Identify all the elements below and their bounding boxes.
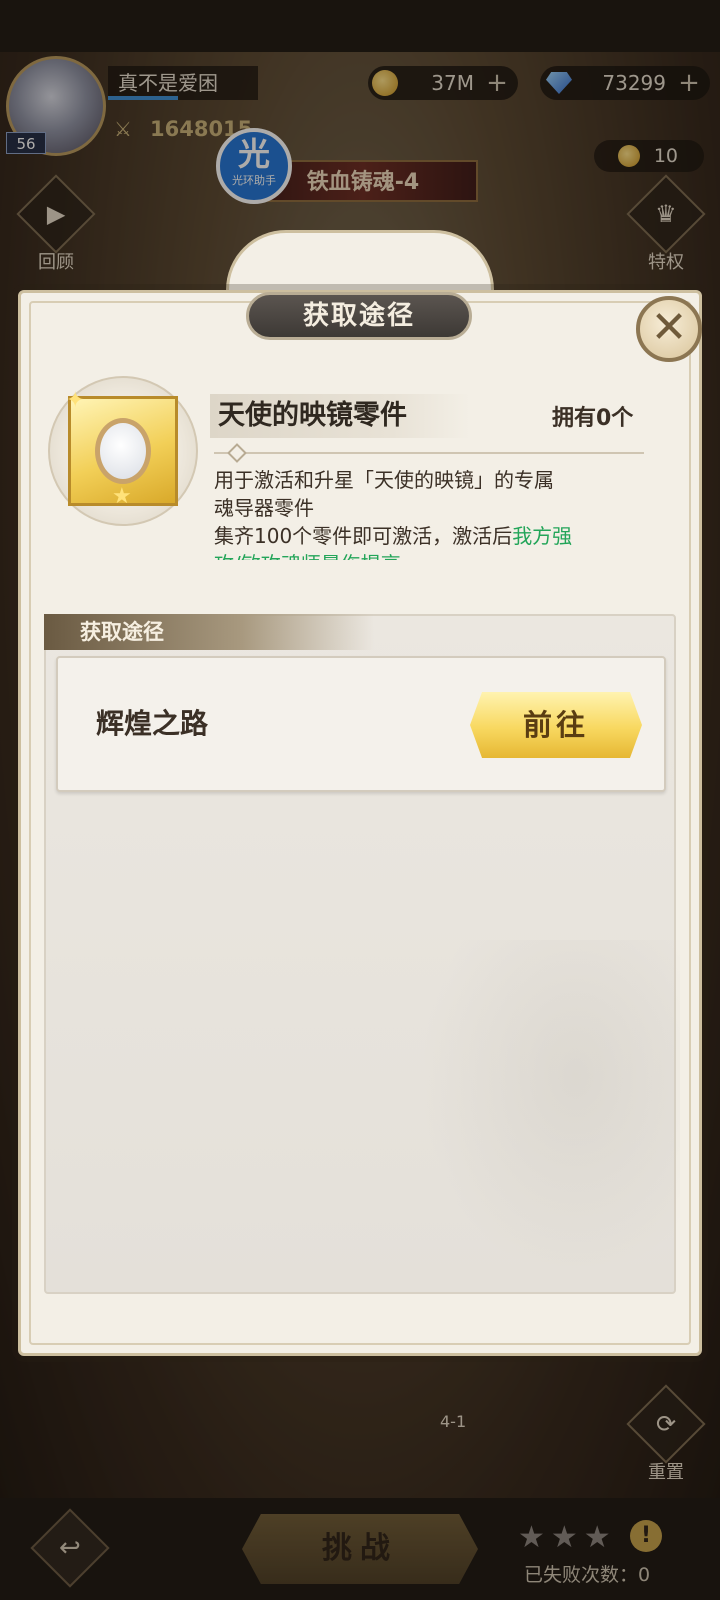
item-description[interactable]: 用于激活和升星「天使的映镜」的专属 魂导器零件 集齐100个零件即可激活，激活后… [214, 466, 654, 560]
modal-title: 获取途径 [246, 292, 472, 340]
close-icon: ✕ [650, 302, 688, 353]
desc-line: 用于激活和升星「天使的映镜」的专属 [214, 468, 554, 492]
character-watermark [420, 940, 680, 1280]
desc-line: 魂导器零件 [214, 496, 314, 520]
go-button[interactable]: 前往 [470, 692, 642, 758]
desc-line: 集齐100个零件即可激活，激活后我方强 [214, 524, 573, 548]
mirror-icon [95, 418, 151, 484]
item-name: 天使的映镜零件 [218, 400, 407, 431]
source-name: 辉煌之路 [96, 707, 209, 740]
sparkle-icon: ✦ [66, 388, 85, 413]
sparkle-icon: ★ [112, 484, 132, 509]
desc-line: 攻/敏攻魂师暴伤提高 [214, 550, 654, 560]
close-button[interactable]: ✕ [636, 296, 702, 362]
owned-count: 拥有0个 [552, 406, 634, 431]
highlight-text: 我方强 [512, 524, 573, 548]
divider [214, 452, 644, 454]
source-list-header: 获取途径 [44, 614, 374, 650]
